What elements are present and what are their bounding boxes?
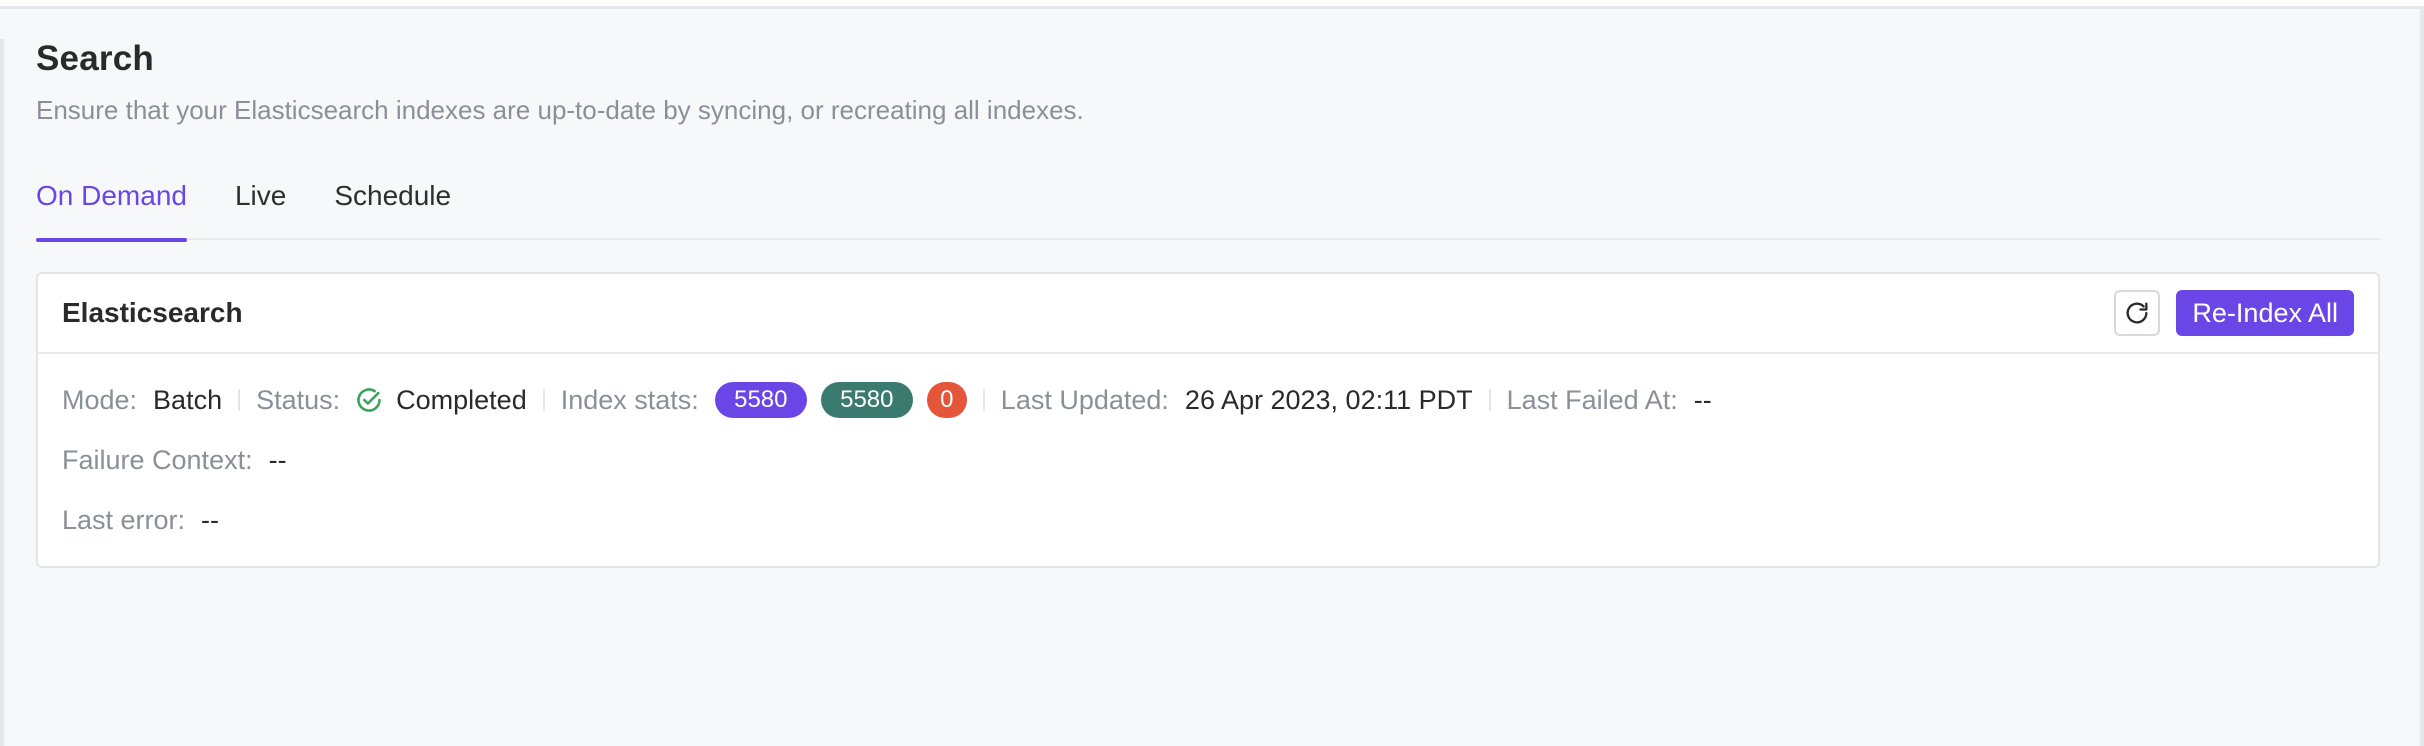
tab-schedule[interactable]: Schedule [334, 180, 451, 240]
refresh-button[interactable] [2114, 290, 2161, 336]
right-border [2420, 9, 2424, 746]
search-page: Search Ensure that your Elasticsearch in… [36, 39, 2380, 568]
left-border [0, 39, 4, 746]
index-stats-label: Index stats: [560, 384, 699, 415]
last-updated-value: 26 Apr 2023, 02:11 PDT [1184, 384, 1473, 415]
mode-value: Batch [153, 384, 223, 415]
failure-context-label: Failure Context: [62, 444, 253, 475]
last-error-row: Last error: -- [62, 502, 2354, 538]
card-body: Mode: Batch Status: Completed Index stat… [38, 354, 2378, 538]
check-circle-icon [354, 385, 384, 415]
failure-context-row: Failure Context: -- [62, 442, 2354, 478]
tab-live[interactable]: Live [235, 180, 286, 240]
status-row: Mode: Batch Status: Completed Index stat… [62, 382, 2354, 418]
page-title: Search [36, 39, 154, 78]
divider [1488, 389, 1491, 411]
elasticsearch-card: Elasticsearch Re-Index All Mode: Batch S… [36, 272, 2380, 568]
divider [982, 389, 985, 411]
tab-on-demand[interactable]: On Demand [36, 180, 187, 242]
status-value: Completed [396, 384, 527, 415]
refresh-icon [2123, 299, 2151, 327]
index-success-badge: 5580 [820, 382, 913, 418]
top-border [0, 0, 2424, 9]
mode-label: Mode: [62, 384, 138, 415]
last-failed-label: Last Failed At: [1506, 384, 1678, 415]
status-label: Status: [256, 384, 341, 415]
card-title: Elasticsearch [62, 297, 243, 328]
page-subtitle: Ensure that your Elasticsearch indexes a… [36, 95, 1084, 125]
reindex-all-button[interactable]: Re-Index All [2176, 290, 2354, 336]
failure-context-value: -- [268, 444, 287, 475]
last-error-label: Last error: [62, 504, 186, 535]
divider [238, 389, 241, 411]
index-total-badge: 5580 [714, 382, 807, 418]
last-failed-value: -- [1693, 384, 1712, 415]
header-actions: Re-Index All [2114, 290, 2354, 336]
index-failed-badge: 0 [926, 382, 967, 418]
last-updated-label: Last Updated: [1000, 384, 1169, 415]
card-header: Elasticsearch Re-Index All [38, 274, 2378, 354]
divider [542, 389, 545, 411]
tab-bar: On Demand Live Schedule [36, 180, 2380, 242]
main-frame: Search Ensure that your Elasticsearch in… [0, 9, 2424, 746]
last-error-value: -- [201, 504, 220, 535]
